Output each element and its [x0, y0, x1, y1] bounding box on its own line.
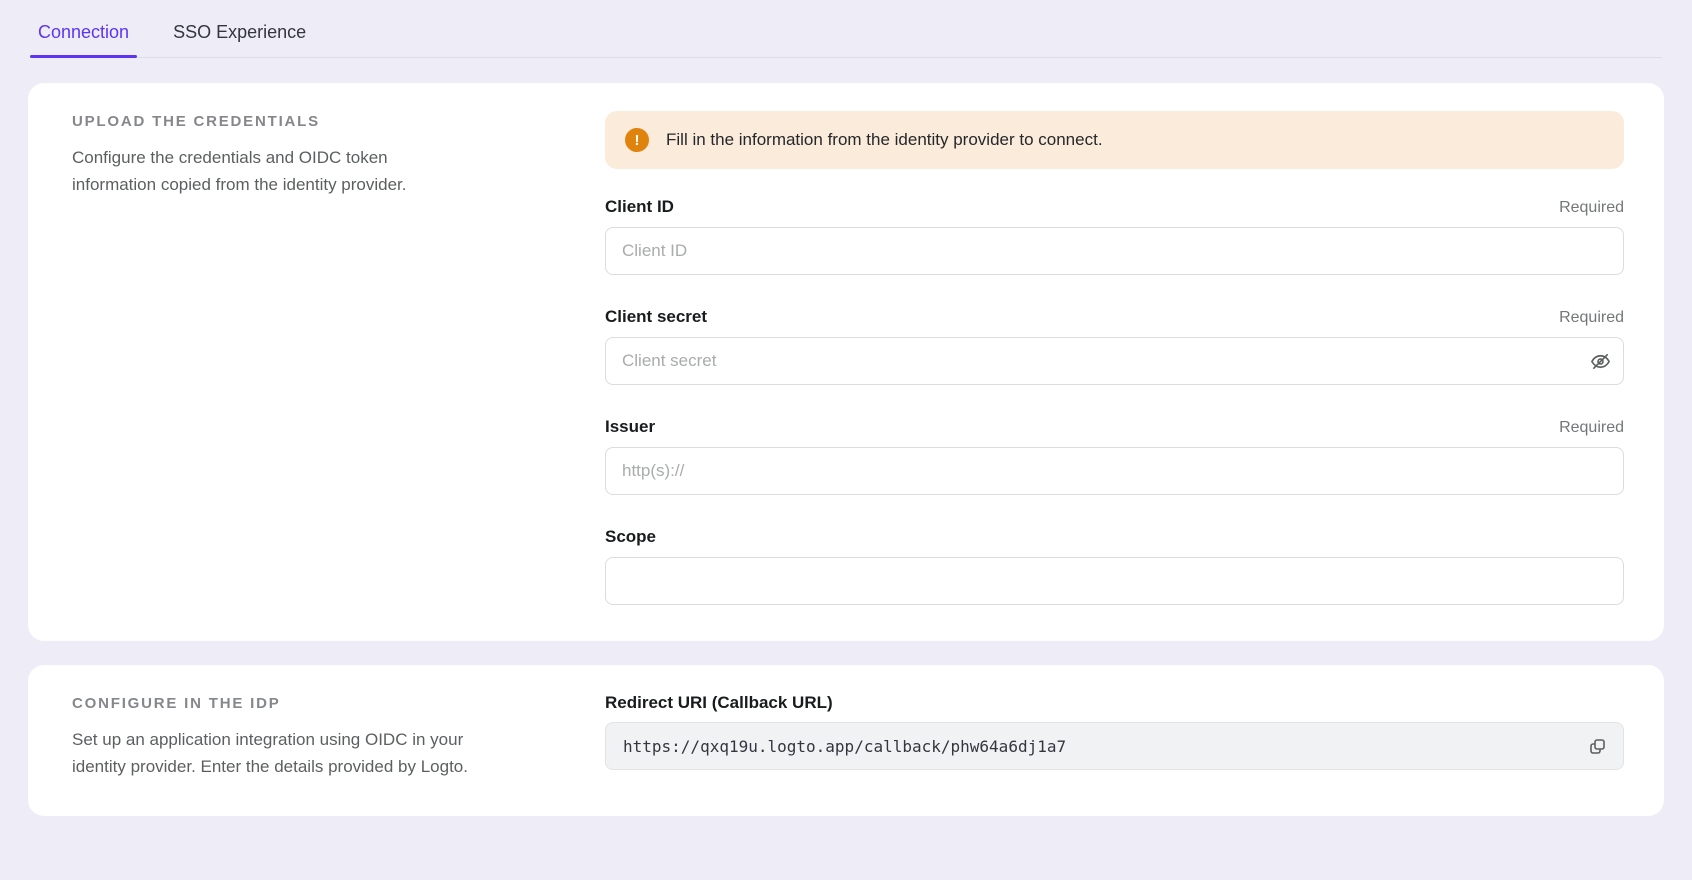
tab-sso-experience[interactable]: SSO Experience: [165, 12, 314, 57]
redirect-uri-value: https://qxq19u.logto.app/callback/phw64a…: [623, 737, 1579, 756]
credentials-card: UPLOAD THE CREDENTIALS Configure the cre…: [28, 83, 1664, 641]
toggle-secret-visibility-button[interactable]: [1582, 343, 1618, 379]
idp-intro: CONFIGURE IN THE IDP Set up an applicati…: [72, 693, 505, 780]
alert-text: Fill in the information from the identit…: [666, 130, 1103, 150]
alert-banner: ! Fill in the information from the ident…: [605, 111, 1624, 169]
eye-off-icon: [1589, 350, 1612, 373]
credentials-form: ! Fill in the information from the ident…: [605, 111, 1624, 605]
tab-connection[interactable]: Connection: [30, 12, 137, 57]
redirect-uri-label: Redirect URI (Callback URL): [605, 693, 1624, 713]
scope-input[interactable]: [605, 557, 1624, 605]
issuer-input[interactable]: [605, 447, 1624, 495]
tab-connection-label: Connection: [38, 22, 129, 42]
credentials-intro: UPLOAD THE CREDENTIALS Configure the cre…: [72, 111, 505, 605]
client-secret-required-badge: Required: [1559, 309, 1624, 327]
alert-icon: !: [625, 128, 649, 152]
idp-details: Redirect URI (Callback URL) https://qxq1…: [605, 693, 1624, 780]
credentials-section-description: Configure the credentials and OIDC token…: [72, 144, 462, 198]
client-secret-field: Client secret Required: [605, 307, 1624, 385]
client-id-field: Client ID Required: [605, 197, 1624, 275]
issuer-field: Issuer Required: [605, 417, 1624, 495]
client-id-label: Client ID: [605, 197, 674, 217]
client-secret-label: Client secret: [605, 307, 707, 327]
tab-sso-experience-label: SSO Experience: [173, 22, 306, 42]
scope-label: Scope: [605, 527, 656, 547]
copy-icon: [1587, 736, 1608, 757]
copy-redirect-uri-button[interactable]: [1579, 728, 1615, 764]
client-id-required-badge: Required: [1559, 199, 1624, 217]
client-secret-input[interactable]: [605, 337, 1624, 385]
redirect-uri-copybox: https://qxq19u.logto.app/callback/phw64a…: [605, 722, 1624, 770]
idp-section-description: Set up an application integration using …: [72, 726, 505, 780]
scope-field: Scope: [605, 527, 1624, 605]
credentials-section-heading: UPLOAD THE CREDENTIALS: [72, 113, 505, 130]
tab-bar: Connection SSO Experience: [30, 0, 1662, 58]
issuer-required-badge: Required: [1559, 419, 1624, 437]
idp-section-heading: CONFIGURE IN THE IDP: [72, 695, 505, 712]
client-id-input[interactable]: [605, 227, 1624, 275]
idp-card: CONFIGURE IN THE IDP Set up an applicati…: [28, 665, 1664, 816]
issuer-label: Issuer: [605, 417, 655, 437]
